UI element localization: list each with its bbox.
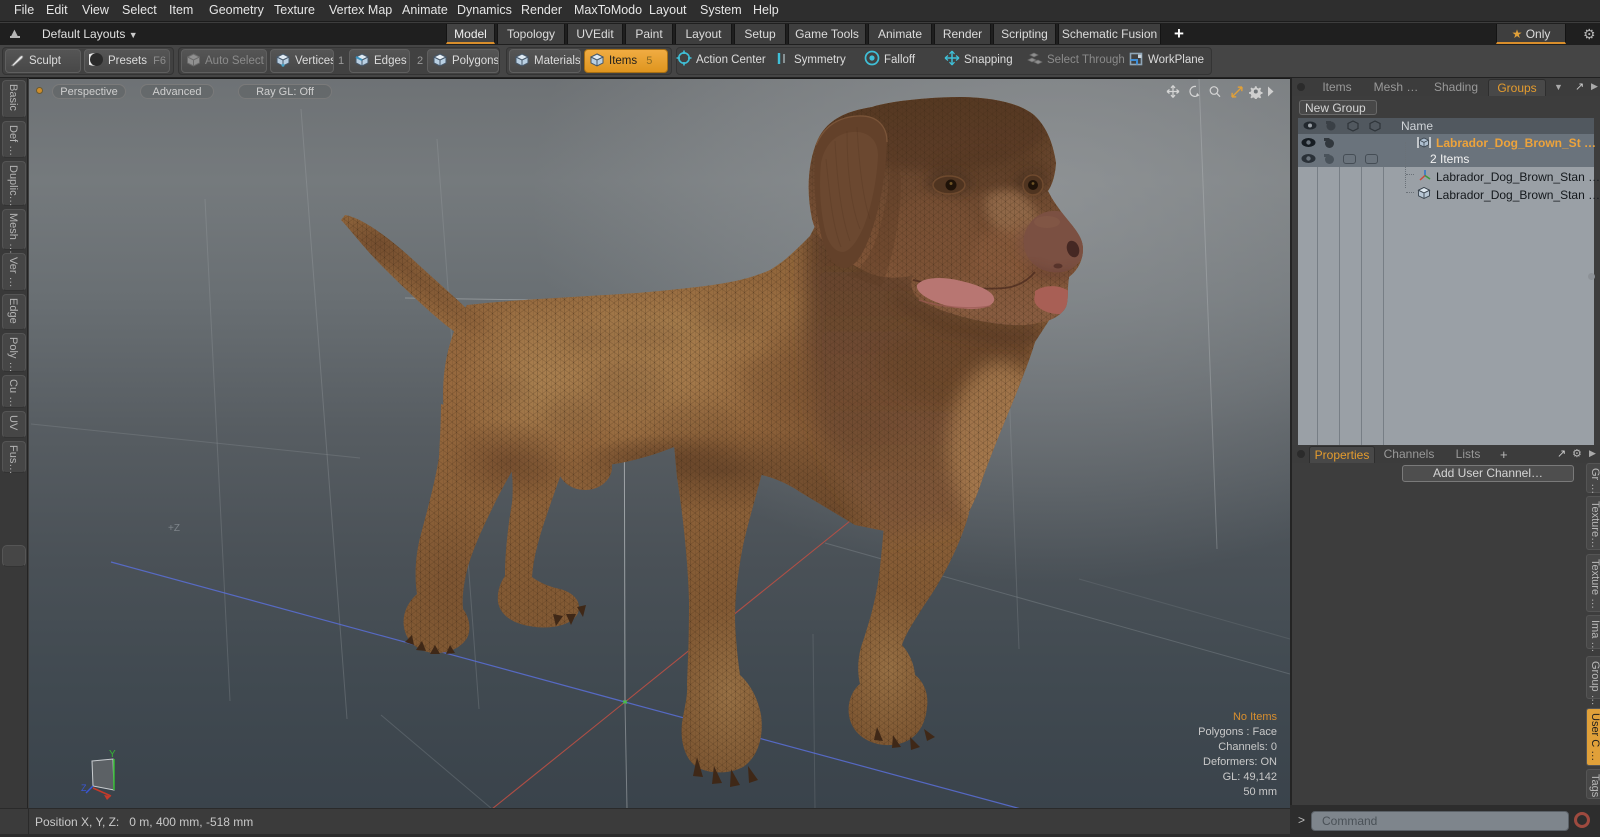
svg-text:Z: Z bbox=[81, 783, 87, 793]
svg-text:Y: Y bbox=[109, 749, 116, 760]
svg-text:+Z: +Z bbox=[168, 523, 180, 534]
